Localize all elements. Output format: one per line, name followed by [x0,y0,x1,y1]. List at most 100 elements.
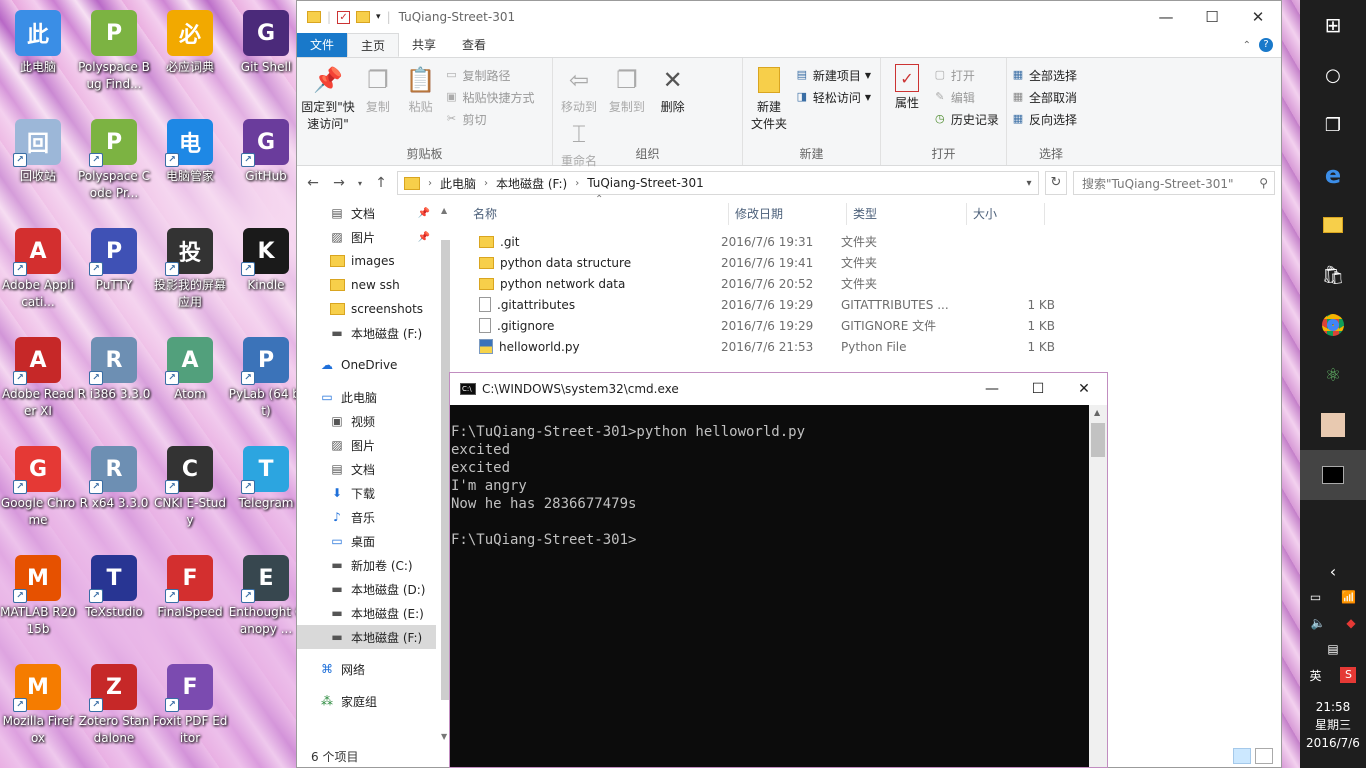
address-bar[interactable]: › 此电脑 › 本地磁盘 (F:) › TuQiang-Street-301 ▾ [397,171,1039,195]
nav-item[interactable]: ▬ 本地磁盘 (E:) [297,601,436,625]
help-icon[interactable]: ? [1259,38,1273,52]
forward-arrow-icon[interactable]: → [329,175,349,191]
desktop-shortcut[interactable]: T ↗ TeXstudio [76,551,152,659]
nav-item[interactable]: ▭ 此电脑 [297,385,436,409]
desktop-shortcut[interactable]: F ↗ FinalSpeed [152,551,228,659]
desktop-shortcut[interactable]: P ↗ PuTTY [76,224,152,332]
minimize-button[interactable]: — [969,373,1015,405]
tab-home[interactable]: 主页 [347,33,400,57]
new-item-button[interactable]: ▤ 新建项目 ▼ [795,66,871,84]
desktop-shortcut[interactable]: M ↗ Mozilla Firefox [0,660,76,768]
file-row[interactable]: .gitattributes 2016/7/6 19:29 GITATTRIBUTE… [455,294,1281,315]
ime-indicator[interactable]: 英 [1309,667,1321,684]
scroll-up-icon[interactable]: ▲ [1094,408,1100,417]
file-row[interactable]: python data structure 2016/7/6 19:41 文件夹 [455,252,1281,273]
pin-icon[interactable]: 📌 [418,208,430,219]
edit-button[interactable]: ✎ 编辑 [933,88,999,106]
cmd-taskbar-icon[interactable] [1300,450,1366,500]
scroll-down-icon[interactable]: ▼ [441,732,447,741]
desktop-shortcut[interactable]: E ↗ Enthought Canopy ... [228,551,304,659]
chrome-icon[interactable] [1300,300,1366,350]
nav-item[interactable]: ☁ OneDrive [297,353,436,377]
chevron-down-icon[interactable]: ▾ [376,12,381,22]
desktop-shortcut[interactable]: P ↗ PyLab (64 bit) [228,333,304,441]
desktop-shortcut[interactable]: G Git Shell [228,6,304,114]
desktop-shortcut[interactable]: T ↗ Telegram [228,442,304,550]
desktop-shortcut[interactable]: 此此电脑 [0,6,76,114]
cmd-scrollbar-thumb[interactable] [1091,423,1105,457]
nav-item[interactable]: ⬇ 下载 [297,481,436,505]
breadcrumb-drive-f[interactable]: 本地磁盘 (F:) [496,175,567,192]
chevron-down-icon[interactable]: ▾ [1020,178,1038,189]
store-bag-icon[interactable]: 🛍 [1300,250,1366,300]
maximize-button[interactable]: ☐ [1189,1,1235,33]
battery-icon[interactable]: ▭ [1310,590,1321,604]
nav-item[interactable]: ▬ 本地磁盘 (D:) [297,577,436,601]
nav-item[interactable]: ▤ 文档 [297,457,436,481]
photo-app-icon[interactable] [1300,400,1366,450]
desktop-shortcut[interactable]: G ↗ Google Chrome [0,442,76,550]
task-view-icon[interactable]: ❐ [1300,100,1366,150]
desktop-shortcut[interactable]: P Polyspace Bug Find... [76,6,152,114]
desktop-shortcut[interactable]: C ↗ CNKI E-Study [152,442,228,550]
cmd-titlebar[interactable]: C:\ C:\WINDOWS\system32\cmd.exe — ☐ ✕ [450,373,1107,405]
copy-button[interactable]: ❐ 复制 [359,62,397,116]
nav-item[interactable]: ⌘ 网络 [297,657,436,681]
properties-button[interactable]: ✓ 属性 [885,62,929,112]
column-name[interactable]: 名称 [455,203,729,225]
tab-view[interactable]: 查看 [449,33,499,57]
new-folder-button[interactable]: 新建 文件夹 [747,62,791,133]
open-button[interactable]: ▢ 打开 [933,66,999,84]
breadcrumb-current-folder[interactable]: TuQiang-Street-301 [587,176,704,190]
sogou-icon[interactable]: S [1340,667,1357,683]
nav-item[interactable]: ⁂ 家庭组 [297,689,436,713]
desktop-shortcut[interactable]: M ↗ MATLAB R2015b [0,551,76,659]
recent-locations-icon[interactable]: ▾ [355,179,365,188]
nav-item[interactable]: ▤ 文档 📌 [297,201,436,225]
tab-share[interactable]: 共享 [399,33,449,57]
easy-access-button[interactable]: ◨ 轻松访问 ▼ [795,88,871,106]
paste-shortcut-button[interactable]: ▣ 粘贴快捷方式 [444,88,534,106]
breadcrumb-this-pc[interactable]: 此电脑 [440,175,476,192]
column-date[interactable]: 修改日期 [729,203,847,225]
minimize-button[interactable]: — [1143,1,1189,33]
column-type[interactable]: 类型 [847,203,967,225]
new-folder-icon[interactable] [356,11,371,23]
copy-to-button[interactable]: ❐ 复制到 [605,62,649,116]
network-icon[interactable]: 📶 [1341,590,1356,604]
desktop-shortcut[interactable]: Z ↗ Zotero Standalone [76,660,152,768]
select-none-button[interactable]: ▦ 全部取消 [1011,88,1077,106]
file-explorer-icon[interactable] [1300,200,1366,250]
back-arrow-icon[interactable]: ← [303,175,323,191]
show-hidden-icons-icon[interactable]: ‹ [1330,562,1336,581]
clock[interactable]: 21:58 星期三 2016/7/6 [1300,688,1366,768]
close-button[interactable]: ✕ [1061,373,1107,405]
tab-file[interactable]: 文件 [297,33,348,57]
desktop-shortcut[interactable]: G ↗ GitHub [228,115,304,223]
search-input[interactable]: 搜索"TuQiang-Street-301" ⚲ [1073,171,1275,195]
nav-item[interactable]: ▬ 本地磁盘 (F:) [297,321,436,345]
cortana-circle-icon[interactable]: ○ [1300,50,1366,100]
cut-button[interactable]: ✂ 剪切 [444,110,534,128]
pin-quick-access-button[interactable]: 📌 固定到"快速访问" [301,62,355,133]
close-button[interactable]: ✕ [1235,1,1281,33]
desktop-shortcut[interactable]: R ↗ R i386 3.3.0 [76,333,152,441]
maximize-button[interactable]: ☐ [1015,373,1061,405]
paste-button[interactable]: 📋 粘贴 [401,62,441,116]
nav-item[interactable]: ▬ 新加卷 (C:) [297,553,436,577]
delete-button[interactable]: ✕ 删除 [653,62,693,116]
start-windows-icon[interactable]: ⊞ [1300,0,1366,50]
nav-item[interactable]: ▬ 本地磁盘 (F:) [297,625,436,649]
nav-item[interactable]: screenshots [297,297,436,321]
select-all-button[interactable]: ▦ 全部选择 [1011,66,1077,84]
properties-check-icon[interactable]: ✓ [337,10,351,24]
nav-item[interactable]: ▨ 图片 [297,433,436,457]
edge-icon[interactable]: e [1300,150,1366,200]
collapse-ribbon-icon[interactable]: ⌃ [1243,40,1251,51]
move-to-button[interactable]: ⇦ 移动到 [557,62,601,116]
chevron-right-icon[interactable]: › [428,178,432,189]
desktop-shortcut[interactable]: R ↗ R x64 3.3.0 [76,442,152,550]
desktop-shortcut[interactable]: K ↗ Kindle [228,224,304,332]
desktop-shortcut[interactable]: 电 ↗ 电脑管家 [152,115,228,223]
file-row[interactable]: .gitignore 2016/7/6 19:29 GITIGNORE 文件 1 KB [455,315,1281,336]
